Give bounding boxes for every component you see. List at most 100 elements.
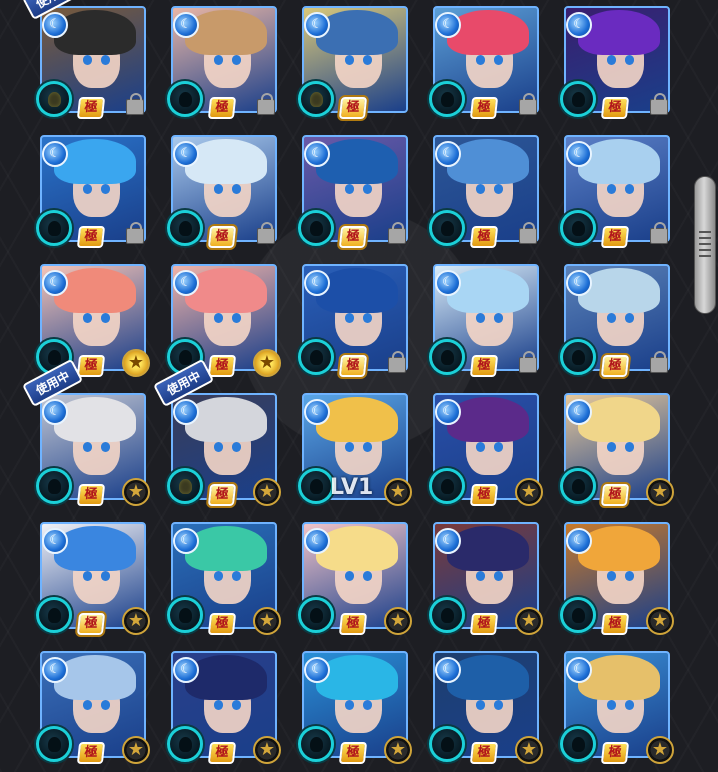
water-element-icon: ☾: [566, 399, 592, 425]
water-element-icon: ☾: [42, 12, 68, 38]
monster-card[interactable]: ☾ 極 ★: [560, 393, 674, 506]
luck-skill-slot-icon: [167, 468, 203, 504]
monster-card[interactable]: ☾ 極 ★: [560, 651, 674, 764]
luck-skill-slot-icon: [429, 210, 465, 246]
kiwami-badge: 極: [338, 226, 368, 248]
water-element-icon: ☾: [435, 141, 461, 167]
monster-card[interactable]: ☾ 極 ★: [429, 393, 543, 506]
kiwami-badge: 極: [76, 613, 106, 635]
kiwami-badge: 極: [600, 355, 630, 377]
luck-skill-slot-icon: [429, 81, 465, 117]
monster-card[interactable]: ☾ 極 ★: [560, 522, 674, 635]
water-element-icon: ☾: [173, 399, 199, 425]
monster-card[interactable]: ☾ 極 ★ 使用中: [153, 358, 281, 506]
monster-card[interactable]: ☾ 極 ★: [167, 522, 281, 635]
monster-card[interactable]: ☾ 極: [167, 135, 277, 248]
lock-icon: [650, 93, 668, 115]
lock-icon: [126, 93, 144, 115]
kiwami-badge: 極: [469, 226, 499, 248]
luck-skill-slot-icon: [298, 210, 334, 246]
water-element-icon: ☾: [566, 270, 592, 296]
kiwami-badge: 極: [76, 742, 106, 764]
water-element-icon: ☾: [42, 270, 68, 296]
monster-card[interactable]: ☾ 極 ★: [36, 651, 150, 764]
luck-skill-slot-icon: [560, 81, 596, 117]
kiwami-badge: 極: [600, 613, 630, 635]
lock-icon: [257, 93, 275, 115]
star-icon: ★: [253, 349, 281, 377]
luck-skill-slot-icon: [36, 597, 72, 633]
kiwami-badge: 極: [207, 484, 237, 506]
kiwami-badge: 極: [600, 226, 630, 248]
lock-icon: [257, 222, 275, 244]
star-icon: ★: [253, 607, 281, 635]
water-element-icon: ☾: [42, 399, 68, 425]
water-element-icon: ☾: [435, 270, 461, 296]
water-element-icon: ☾: [435, 528, 461, 554]
monster-card[interactable]: ☾ 極 ★: [167, 264, 281, 377]
star-icon: ★: [122, 478, 150, 506]
monster-card[interactable]: ☾ 極 ★ 使用中: [22, 358, 150, 506]
monster-card[interactable]: ☾ 極: [429, 135, 539, 248]
luck-skill-slot-icon: [560, 468, 596, 504]
star-icon: ★: [384, 607, 412, 635]
luck-skill-slot-icon: [429, 468, 465, 504]
monster-card[interactable]: ☾ 極: [560, 135, 670, 248]
kiwami-badge: 極: [76, 355, 106, 377]
luck-skill-slot-icon: [36, 81, 72, 117]
monster-card[interactable]: ☾ 極 ★: [167, 651, 281, 764]
luck-skill-slot-icon: [429, 726, 465, 762]
scrollbar-grip-icon: [699, 231, 711, 259]
luck-skill-slot-icon: [167, 81, 203, 117]
luck-skill-slot-icon: [298, 468, 334, 504]
monster-card[interactable]: ☾ 極 ★: [298, 522, 412, 635]
monster-card[interactable]: ☾極使用中: [22, 0, 146, 119]
star-icon: ★: [515, 478, 543, 506]
monster-card[interactable]: ☾ 極: [298, 6, 408, 119]
water-element-icon: ☾: [304, 141, 330, 167]
luck-skill-slot-icon: [167, 597, 203, 633]
star-icon: ★: [646, 478, 674, 506]
monster-card[interactable]: ☾ 極: [560, 264, 670, 377]
water-element-icon: ☾: [435, 657, 461, 683]
star-icon: ★: [384, 736, 412, 764]
star-icon: ★: [646, 607, 674, 635]
lock-icon: [519, 351, 537, 373]
water-element-icon: ☾: [566, 657, 592, 683]
monster-card[interactable]: ☾ 極 ★: [429, 651, 543, 764]
star-icon: ★: [253, 478, 281, 506]
monster-card[interactable]: ☾ 極 ★: [298, 651, 412, 764]
water-element-icon: ☾: [173, 657, 199, 683]
water-element-icon: ☾: [304, 12, 330, 38]
luck-skill-slot-icon: [429, 339, 465, 375]
scrollbar-handle[interactable]: [694, 176, 716, 314]
monster-card[interactable]: ☾ 極: [429, 6, 539, 119]
water-element-icon: ☾: [173, 528, 199, 554]
kiwami-badge: 極: [207, 97, 237, 119]
monster-card[interactable]: ☾ 極 ★: [36, 522, 150, 635]
kiwami-badge: 極: [338, 613, 368, 635]
water-element-icon: ☾: [42, 657, 68, 683]
lock-icon: [519, 93, 537, 115]
monster-card[interactable]: ☾ 極: [167, 6, 277, 119]
kiwami-badge: 極: [600, 484, 630, 506]
monster-card[interactable]: ☾ 極 ★: [429, 522, 543, 635]
lock-icon: [388, 351, 406, 373]
kiwami-badge: 極: [469, 742, 499, 764]
kiwami-badge: 極: [469, 484, 499, 506]
monster-card[interactable]: ☾ 極: [298, 135, 408, 248]
monster-card[interactable]: ☾ 極: [36, 135, 146, 248]
water-element-icon: ☾: [173, 141, 199, 167]
lock-icon: [650, 351, 668, 373]
luck-skill-slot-icon: [167, 726, 203, 762]
monster-card[interactable]: ☾ 極: [429, 264, 539, 377]
lock-icon: [650, 222, 668, 244]
star-icon: ★: [253, 736, 281, 764]
luck-skill-slot-icon: [36, 210, 72, 246]
star-icon: ★: [515, 736, 543, 764]
monster-card[interactable]: ☾ 極 ★: [36, 264, 150, 377]
monster-card[interactable]: ☾ 極: [560, 6, 670, 119]
luck-skill-slot-icon: [298, 339, 334, 375]
monster-card[interactable]: ☾ 極: [298, 264, 408, 377]
monster-card[interactable]: ☾ ★ LV1: [298, 393, 412, 506]
